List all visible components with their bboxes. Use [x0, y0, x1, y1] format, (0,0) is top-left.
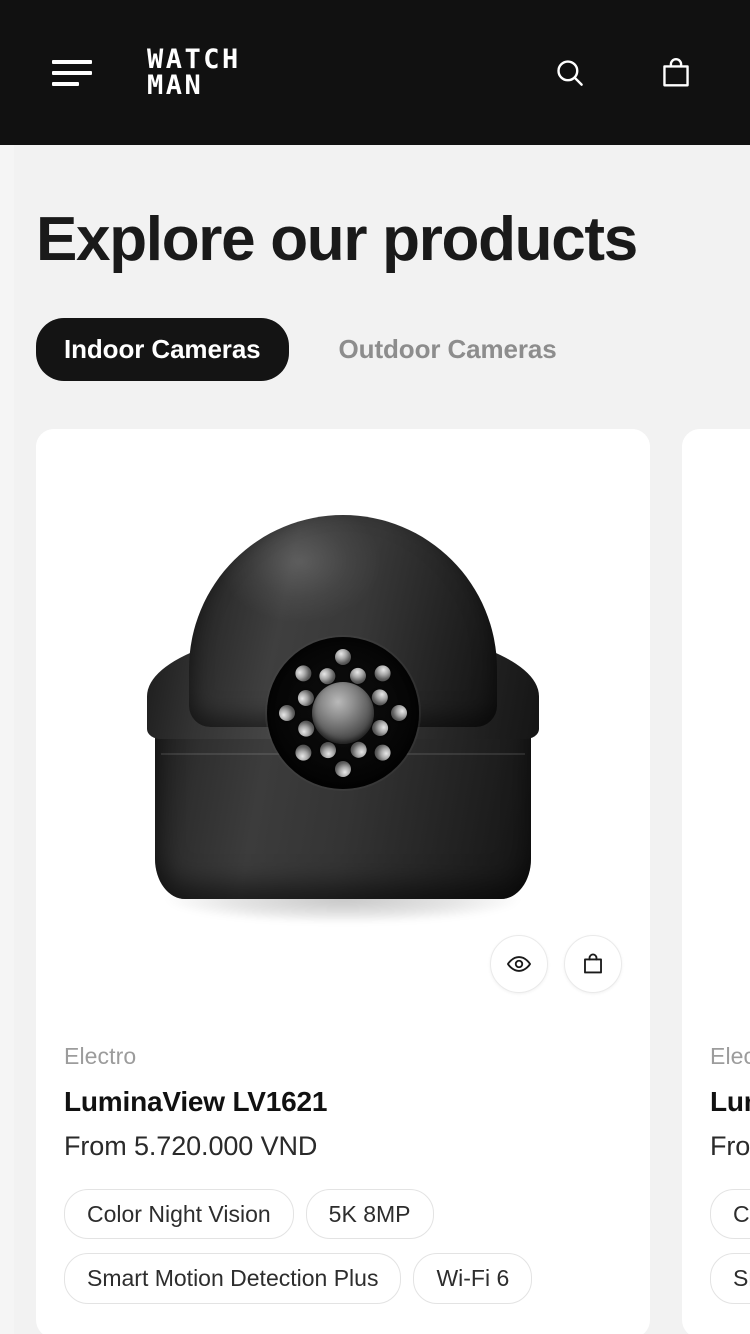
category-tabs: Indoor Cameras Outdoor Cameras: [14, 272, 750, 382]
ir-led: [371, 661, 394, 685]
camera-led-ring: [267, 636, 419, 789]
page-inner: Explore our products Indoor Cameras Outd…: [14, 145, 750, 1334]
brand-logo-line-2: MAN: [147, 69, 204, 101]
product-title[interactable]: LuminaView LV1621: [64, 1085, 622, 1119]
product-card[interactable]: Electro LuminaView LV1621 From 5.720.000…: [36, 429, 650, 1334]
feature-tag: Color Night Vision: [64, 1188, 294, 1240]
product-card-actions: [490, 935, 622, 994]
page-body: Explore our products Indoor Cameras Outd…: [0, 145, 750, 1334]
app-screen: WATCH MAN Explore our products Indoor Ca…: [0, 0, 750, 1334]
ir-led: [335, 760, 351, 777]
search-button[interactable]: [548, 51, 592, 95]
add-to-cart-button[interactable]: [564, 935, 622, 994]
ir-led: [335, 648, 351, 665]
brand-logo-line-1: WATCH: [147, 43, 241, 75]
product-vendor: Electro: [710, 1043, 750, 1070]
shopping-bag-icon: [658, 55, 694, 91]
dome-camera-illustration: [143, 514, 543, 935]
cart-button[interactable]: [654, 51, 698, 95]
product-card[interactable]: Electro LuminaView LV1622 From 6.120.000…: [682, 429, 750, 1334]
product-title[interactable]: LuminaView LV1622: [710, 1085, 750, 1119]
page-title: Explore our products: [36, 205, 638, 274]
tab-indoor-cameras[interactable]: Indoor Cameras: [36, 318, 289, 382]
product-carousel[interactable]: Electro LuminaView LV1621 From 5.720.000…: [14, 429, 750, 1334]
ir-led: [371, 741, 394, 764]
header-actions: [548, 51, 698, 95]
hamburger-line-2: [52, 70, 92, 75]
product-feature-tags: Color Night Vision 5K 8MP Smart Motion D…: [710, 1188, 750, 1305]
hamburger-line-3: [52, 81, 79, 86]
shopping-bag-icon: [580, 951, 606, 977]
product-image: [36, 429, 650, 1018]
ir-led: [292, 661, 315, 685]
feature-tag: Color Night Vision: [710, 1188, 750, 1240]
ir-led: [279, 704, 295, 721]
ir-led: [391, 704, 407, 721]
product-image: [682, 429, 750, 1018]
feature-tag: Smart Motion Detection Plus: [710, 1253, 750, 1305]
product-info: Electro LuminaView LV1621 From 5.720.000…: [36, 1017, 650, 1334]
tab-outdoor-cameras[interactable]: Outdoor Cameras: [311, 318, 585, 381]
brand-logo[interactable]: WATCH MAN: [147, 43, 241, 101]
product-info: Electro LuminaView LV1622 From 6.120.000…: [682, 1017, 750, 1334]
ir-led: [292, 741, 315, 764]
product-vendor: Electro: [64, 1043, 137, 1070]
product-price: From 5.720.000 VND: [64, 1131, 318, 1162]
feature-tag: Smart Motion Detection Plus: [64, 1253, 402, 1305]
quick-view-button[interactable]: [490, 935, 548, 994]
site-header: WATCH MAN: [0, 0, 750, 145]
hamburger-menu-icon[interactable]: [52, 58, 92, 88]
feature-tag: Wi-Fi 6: [413, 1253, 533, 1305]
hamburger-line-1: [52, 59, 92, 64]
feature-tag: 5K 8MP: [305, 1188, 434, 1240]
eye-icon: [506, 951, 532, 977]
camera-lens: [312, 681, 374, 744]
search-icon: [553, 56, 587, 90]
product-feature-tags: Color Night Vision 5K 8MP Smart Motion D…: [64, 1188, 622, 1305]
camera-dome: [189, 514, 497, 789]
product-price: From 6.120.000 VND: [710, 1131, 750, 1162]
